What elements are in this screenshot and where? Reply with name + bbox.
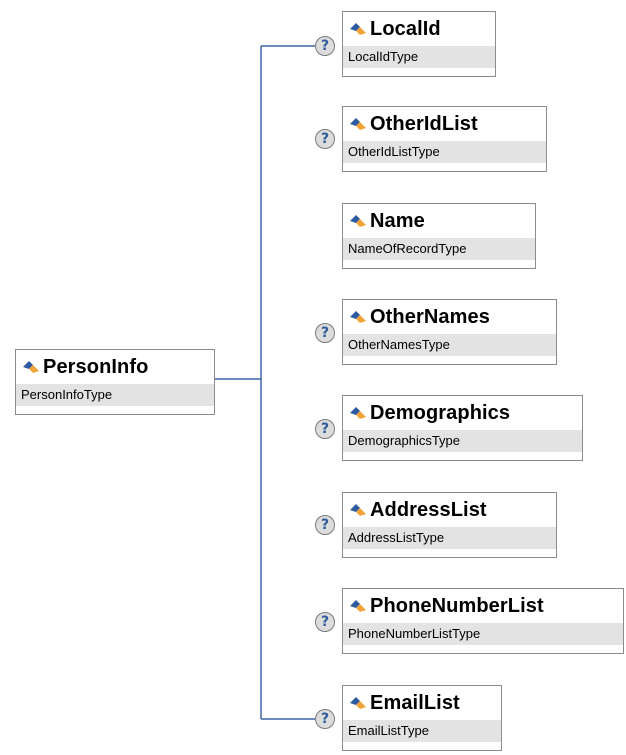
element-header: AddressList [343, 493, 556, 527]
element-header: Demographics [343, 396, 582, 430]
element-name: Demographics [370, 401, 511, 424]
element-name: PersonInfo [43, 355, 149, 378]
element-icon [349, 22, 367, 36]
element-header: Name [343, 204, 535, 238]
element-icon [349, 696, 367, 710]
child-element-addresslist[interactable]: AddressList AddressListType [342, 492, 557, 558]
element-header: LocalId [343, 12, 495, 46]
element-icon [349, 406, 367, 420]
element-icon [349, 310, 367, 324]
root-element-personinfo[interactable]: PersonInfo PersonInfoType [15, 349, 215, 415]
element-type: OtherNamesType [343, 334, 556, 356]
optional-question-icon: ? [315, 323, 335, 343]
optional-question-icon: ? [315, 419, 335, 439]
element-icon [22, 360, 40, 374]
child-element-otheridlist[interactable]: OtherIdList OtherIdListType [342, 106, 547, 172]
element-header: EmailList [343, 686, 501, 720]
optional-question-icon: ? [315, 129, 335, 149]
element-name: OtherNames [370, 305, 490, 328]
element-header: OtherIdList [343, 107, 546, 141]
element-type: DemographicsType [343, 430, 582, 452]
root-element-header: PersonInfo [16, 350, 214, 384]
element-icon [349, 214, 367, 228]
optional-question-icon: ? [315, 709, 335, 729]
element-type: PersonInfoType [16, 384, 214, 406]
element-name: Name [370, 209, 425, 232]
element-type: LocalIdType [343, 46, 495, 68]
element-type: OtherIdListType [343, 141, 546, 163]
element-name: LocalId [370, 17, 441, 40]
child-element-othernames[interactable]: OtherNames OtherNamesType [342, 299, 557, 365]
optional-question-icon: ? [315, 515, 335, 535]
optional-question-icon: ? [315, 612, 335, 632]
element-icon [349, 117, 367, 131]
element-icon [349, 599, 367, 613]
element-type: AddressListType [343, 527, 556, 549]
element-header: OtherNames [343, 300, 556, 334]
element-name: OtherIdList [370, 112, 478, 135]
element-type: PhoneNumberListType [343, 623, 623, 645]
child-element-emaillist[interactable]: EmailList EmailListType [342, 685, 502, 751]
child-element-name[interactable]: Name NameOfRecordType [342, 203, 536, 269]
element-header: PhoneNumberList [343, 589, 623, 623]
element-icon [349, 503, 367, 517]
element-name: AddressList [370, 498, 487, 521]
element-type: EmailListType [343, 720, 501, 742]
element-name: EmailList [370, 691, 460, 714]
element-name: PhoneNumberList [370, 594, 544, 617]
child-element-phonenumberlist[interactable]: PhoneNumberList PhoneNumberListType [342, 588, 624, 654]
child-element-localid[interactable]: LocalId LocalIdType [342, 11, 496, 77]
child-element-demographics[interactable]: Demographics DemographicsType [342, 395, 583, 461]
optional-question-icon: ? [315, 36, 335, 56]
element-type: NameOfRecordType [343, 238, 535, 260]
